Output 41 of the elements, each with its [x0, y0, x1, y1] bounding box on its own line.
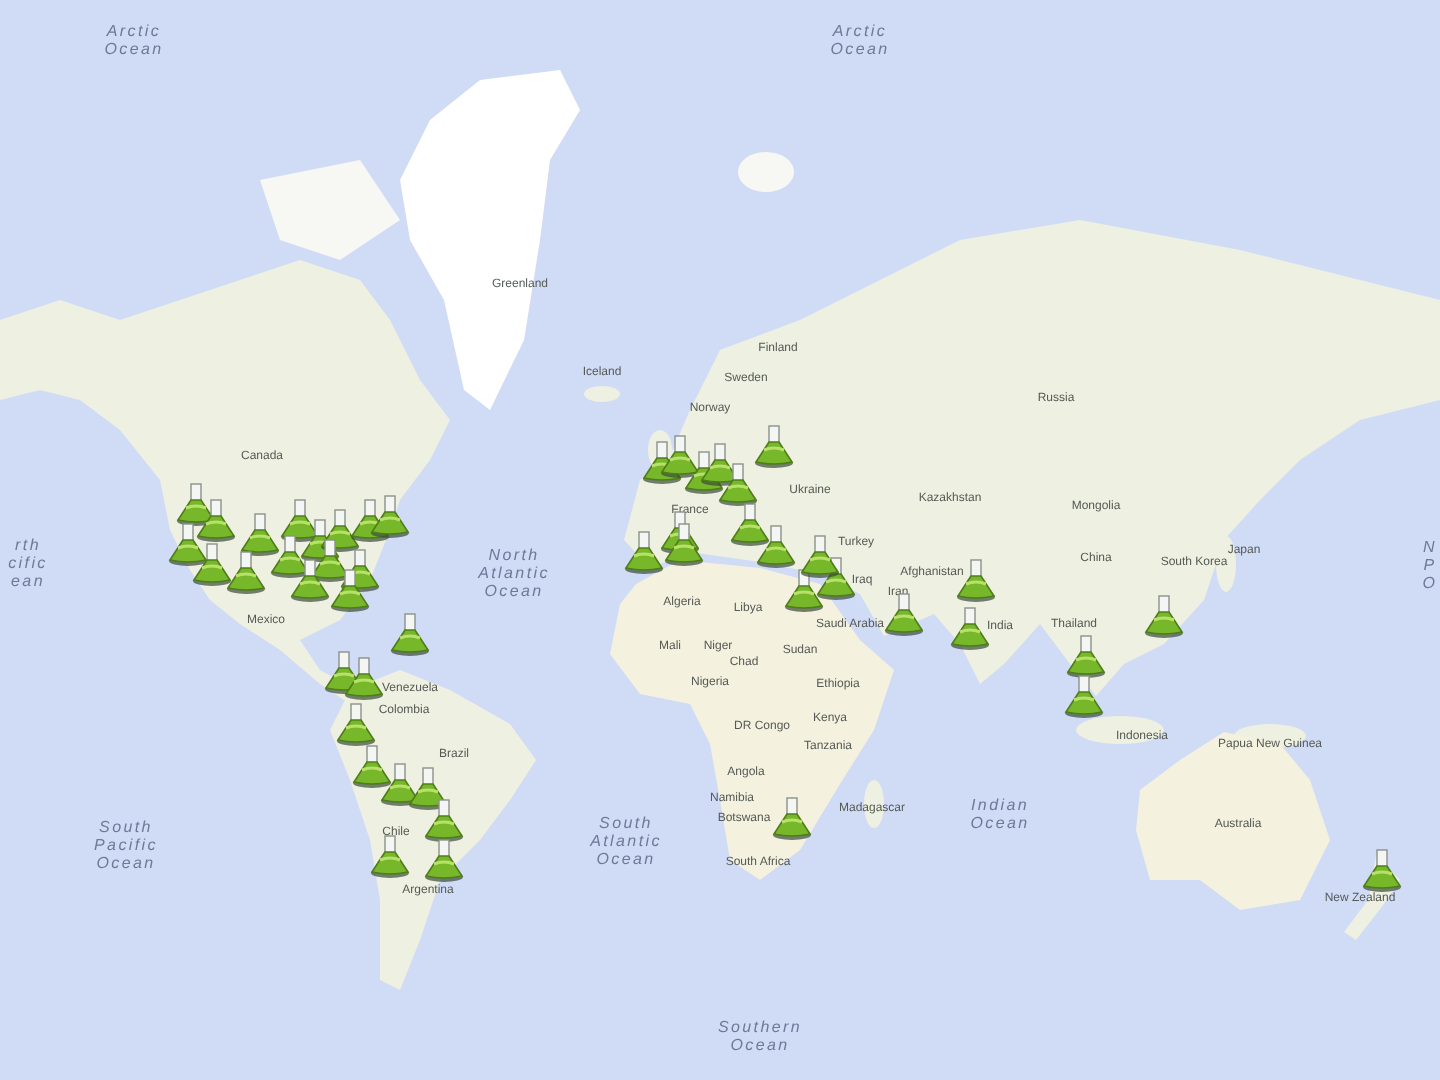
flask-marker-icon[interactable] — [730, 502, 770, 546]
ocean-label: South Atlantic Ocean — [590, 815, 662, 869]
flask-marker-icon[interactable] — [336, 702, 376, 746]
flask-marker-icon[interactable] — [1066, 634, 1106, 678]
flask-marker-icon[interactable] — [192, 542, 232, 586]
flask-marker-icon[interactable] — [754, 424, 794, 468]
ocean-label: North Atlantic Ocean — [478, 547, 550, 601]
flask-marker-icon[interactable] — [270, 534, 310, 578]
flask-marker-icon[interactable] — [800, 534, 840, 578]
flask-marker-icon[interactable] — [344, 656, 384, 700]
flask-marker-icon[interactable] — [196, 498, 236, 542]
ocean-label: Arctic Ocean — [830, 24, 890, 60]
flask-marker-icon[interactable] — [664, 522, 704, 566]
flask-marker-icon[interactable] — [756, 524, 796, 568]
flask-marker-icon[interactable] — [370, 494, 410, 538]
flask-marker-icon[interactable] — [168, 522, 208, 566]
flask-marker-icon[interactable] — [718, 462, 758, 506]
flask-marker-icon[interactable] — [424, 798, 464, 842]
ocean-label: Arctic Ocean — [104, 24, 164, 60]
flask-marker-icon[interactable] — [624, 530, 664, 574]
ocean-label: Indian Ocean — [970, 798, 1030, 834]
ocean-label: N P O — [1422, 539, 1438, 593]
ocean-label: Southern Ocean — [717, 1020, 803, 1056]
flask-marker-icon[interactable] — [772, 796, 812, 840]
flask-marker-icon[interactable] — [330, 568, 370, 612]
flask-marker-icon[interactable] — [950, 606, 990, 650]
flask-marker-icon[interactable] — [352, 744, 392, 788]
flask-marker-icon[interactable] — [370, 834, 410, 878]
flask-marker-icon[interactable] — [424, 838, 464, 882]
flask-marker-icon[interactable] — [290, 558, 330, 602]
flask-marker-icon[interactable] — [1362, 848, 1402, 892]
flask-marker-icon[interactable] — [390, 612, 430, 656]
flask-marker-icon[interactable] — [1144, 594, 1184, 638]
flask-marker-icon[interactable] — [380, 762, 420, 806]
flask-marker-icon[interactable] — [1064, 674, 1104, 718]
flask-marker-icon[interactable] — [226, 550, 266, 594]
flask-marker-icon[interactable] — [660, 434, 700, 478]
ocean-label: South Pacific Ocean — [94, 819, 158, 873]
flask-marker-icon[interactable] — [884, 592, 924, 636]
flask-marker-icon[interactable] — [240, 512, 280, 556]
ocean-label: rth cific ean — [8, 537, 48, 591]
